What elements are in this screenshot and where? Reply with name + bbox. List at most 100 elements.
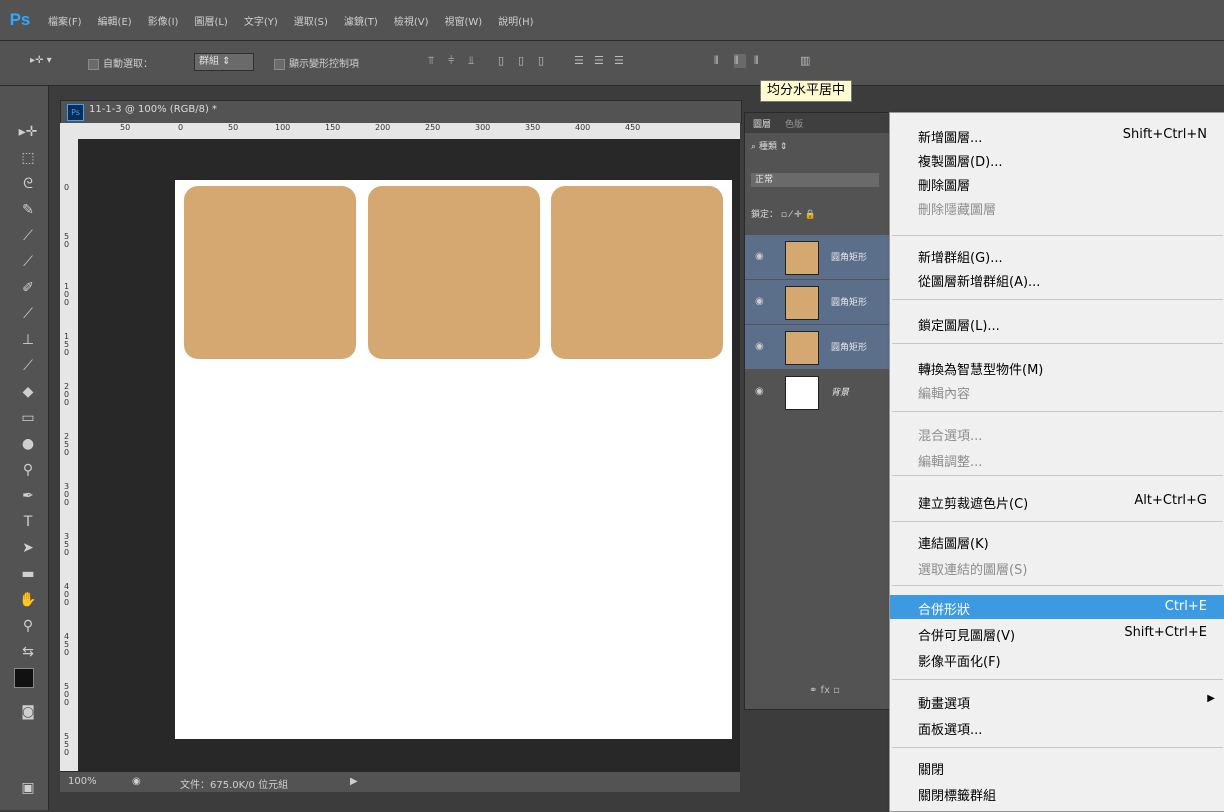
auto-select-checkbox[interactable]: 自動選取：	[88, 55, 153, 70]
menu-view[interactable]: 檢視(V)	[386, 13, 437, 28]
distribute-hcenter-icon[interactable]: ⫴	[734, 54, 746, 68]
document-canvas[interactable]	[175, 180, 732, 739]
auto-align-icon[interactable]: ▥	[800, 54, 812, 68]
horizontal-ruler[interactable]: 50 0 50 100 150 200 250 300 350 400 450	[60, 123, 740, 140]
menu-item-create-clipping-mask[interactable]: 建立剪裁遮色片(C) Alt+Ctrl+G	[890, 489, 1224, 513]
layer-row[interactable]: ◉ 圓角矩形	[745, 280, 891, 324]
menu-item-close-tab-group[interactable]: 關閉標籤群組	[890, 781, 1224, 805]
tab-layers[interactable]: 圖層	[753, 117, 771, 130]
brush-tool-icon[interactable]: ⟋	[18, 304, 38, 324]
menu-item-animation-options[interactable]: 動畫選項 ▶	[890, 689, 1224, 713]
distribute-right-icon[interactable]: ⫴	[754, 54, 766, 68]
quick-select-tool-icon[interactable]: ✎	[18, 200, 38, 220]
visibility-eye-icon[interactable]: ◉	[755, 341, 764, 352]
menu-select[interactable]: 選取(S)	[286, 13, 336, 28]
document-tab[interactable]: Ps 11-1-3 @ 100% (RGB/8) *	[60, 100, 742, 124]
menu-item-convert-smart-object[interactable]: 轉換為智慧型物件(M)	[890, 355, 1224, 379]
menu-item-delete-layer[interactable]: 刪除圖層	[890, 171, 1224, 195]
show-transform-checkbox[interactable]: 顯示變形控制項	[274, 55, 359, 70]
type-tool-icon[interactable]: T	[18, 512, 38, 532]
menu-item-lock-layers[interactable]: 鎖定圖層(L)...	[890, 311, 1224, 335]
menu-item-merge-visible[interactable]: 合併可見圖層(V) Shift+Ctrl+E	[890, 621, 1224, 645]
menu-help[interactable]: 說明(H)	[490, 13, 541, 28]
ruler-label: 2 0 0	[64, 382, 70, 407]
ps-document-icon: Ps	[67, 104, 84, 121]
menu-item-new-group-from-layers[interactable]: 從圖層新增群組(A)...	[890, 267, 1224, 291]
foreground-color-swatch[interactable]	[14, 668, 34, 688]
ruler-label: 250	[425, 123, 441, 132]
menu-edit[interactable]: 編輯(E)	[90, 13, 140, 28]
align-left-icon[interactable]: ▯	[498, 54, 510, 68]
screen-mode-icon[interactable]: ▣	[18, 778, 38, 798]
move-tool-icon[interactable]: ▸✛	[18, 122, 38, 142]
zoom-level[interactable]: 100%	[68, 776, 97, 787]
auto-select-label: 自動選取：	[103, 59, 153, 70]
eraser-tool-icon[interactable]: ◆	[18, 382, 38, 402]
link-layers-icon[interactable]: ⚭ fx ▫	[809, 685, 840, 696]
clone-stamp-tool-icon[interactable]: ⊥	[18, 330, 38, 350]
menu-item-merge-shapes[interactable]: 合併形狀 Ctrl+E	[890, 595, 1224, 619]
align-bottom-icon[interactable]: ⫫	[468, 54, 480, 68]
menu-item-duplicate-layer[interactable]: 複製圖層(D)...	[890, 147, 1224, 171]
tab-channels[interactable]: 色版	[785, 117, 803, 130]
menu-window[interactable]: 視窗(W)	[436, 13, 490, 28]
menu-item-panel-options[interactable]: 面板選項...	[890, 715, 1224, 739]
visibility-eye-icon[interactable]: ◉	[755, 251, 764, 262]
swap-colors-icon[interactable]: ⇆	[18, 642, 38, 662]
path-selection-tool-icon[interactable]: ➤	[18, 538, 38, 558]
layer-name[interactable]: 圓角矩形	[831, 295, 867, 308]
distribute-top-icon[interactable]: ☰	[574, 54, 586, 68]
layer-row[interactable]: ◉ 背景	[745, 370, 891, 414]
auto-select-dropdown[interactable]: 群組 ⇕	[194, 53, 254, 71]
align-vcenter-icon[interactable]: ⫩	[448, 54, 460, 68]
menu-type[interactable]: 文字(Y)	[236, 13, 286, 28]
lasso-tool-icon[interactable]: ᘓ	[18, 174, 38, 194]
visibility-eye-icon[interactable]: ◉	[755, 386, 764, 397]
status-menu-arrow-icon[interactable]: ▶	[350, 776, 358, 787]
zoom-tool-icon[interactable]: ⚲	[18, 616, 38, 636]
menu-filter[interactable]: 濾鏡(T)	[336, 13, 386, 28]
layer-name[interactable]: 圓角矩形	[831, 340, 867, 353]
distribute-vcenter-icon[interactable]: ☰	[594, 54, 606, 68]
pen-tool-icon[interactable]: ✒	[18, 486, 38, 506]
info-icon[interactable]: ◉	[132, 776, 141, 787]
move-tool-icon[interactable]: ▸✛ ▾	[30, 55, 52, 66]
layer-row[interactable]: ◉ 圓角矩形	[745, 235, 891, 279]
rectangle-tool-icon[interactable]: ▬	[18, 564, 38, 584]
dodge-tool-icon[interactable]: ⚲	[18, 460, 38, 480]
align-hcenter-icon[interactable]: ▯	[518, 54, 530, 68]
menu-layer[interactable]: 圖層(L)	[186, 13, 235, 28]
healing-brush-tool-icon[interactable]: ✐	[18, 278, 38, 298]
history-brush-tool-icon[interactable]: ⟋	[18, 356, 38, 376]
menu-item-new-group[interactable]: 新增群組(G)...	[890, 243, 1224, 267]
distribute-left-icon[interactable]: ⫴	[714, 54, 726, 68]
align-top-icon[interactable]: ⫪	[428, 54, 440, 68]
blur-tool-icon[interactable]: ●	[18, 434, 38, 454]
crop-tool-icon[interactable]: ⟋	[18, 226, 38, 246]
rounded-rectangle-shape[interactable]	[184, 186, 356, 359]
menu-item-link-layers[interactable]: 連結圖層(K)	[890, 529, 1224, 553]
layer-row[interactable]: ◉ 圓角矩形	[745, 325, 891, 369]
filter-kind-dropdown[interactable]: ⌕ 種類 ⇕	[751, 139, 787, 152]
gradient-tool-icon[interactable]: ▭	[18, 408, 38, 428]
vertical-ruler[interactable]: 0 5 0 1 0 0 1 5 0 2 0 0 2 5 0 3 0 0 3 5 …	[60, 139, 79, 771]
menu-file[interactable]: 檔案(F)	[40, 13, 90, 28]
quick-mask-icon[interactable]: ◙	[18, 702, 38, 722]
visibility-eye-icon[interactable]: ◉	[755, 296, 764, 307]
align-right-icon[interactable]: ▯	[538, 54, 550, 68]
distribute-bottom-icon[interactable]: ☰	[614, 54, 626, 68]
blend-mode-dropdown[interactable]: 正常	[751, 173, 879, 187]
menu-separator	[892, 235, 1223, 236]
ruler-label: 3 0 0	[64, 482, 70, 507]
menu-item-close[interactable]: 關閉	[890, 755, 1224, 779]
menu-item-new-layer[interactable]: 新增圖層... Shift+Ctrl+N	[890, 123, 1224, 147]
hand-tool-icon[interactable]: ✋	[18, 590, 38, 610]
layer-name[interactable]: 背景	[831, 385, 849, 398]
rounded-rectangle-shape[interactable]	[368, 186, 540, 359]
rounded-rectangle-shape[interactable]	[551, 186, 723, 359]
menu-item-flatten-image[interactable]: 影像平面化(F)	[890, 647, 1224, 671]
marquee-tool-icon[interactable]: ⬚	[18, 148, 38, 168]
layer-name[interactable]: 圓角矩形	[831, 250, 867, 263]
eyedropper-tool-icon[interactable]: ⟋	[18, 252, 38, 272]
menu-image[interactable]: 影像(I)	[140, 13, 187, 28]
